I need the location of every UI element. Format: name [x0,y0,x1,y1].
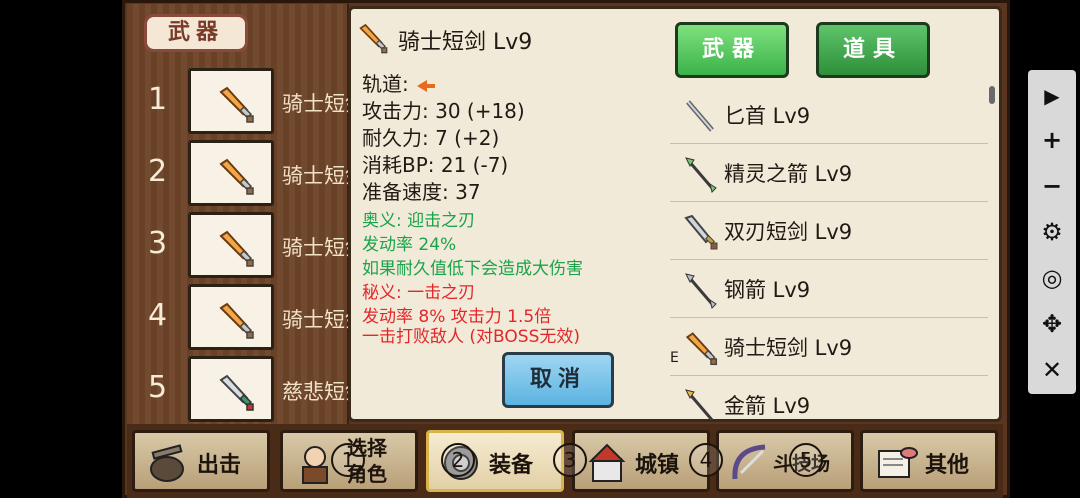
list-item[interactable]: 双刃短剑 Lv9 [670,202,988,260]
speed-stat: 准备速度: 37 [362,180,481,204]
play-icon[interactable]: ▶ [1028,78,1076,114]
nav-label: 城镇 [635,453,680,478]
list-item-name: 匕首 Lv9 [724,104,811,128]
item-list[interactable]: 匕首 Lv9 精灵之箭 Lv9 双刃短剑 Lv9 钢箭 Lv9 E 骑士短剑 L… [670,86,988,420]
knight-sword-icon [219,86,254,123]
nav-number-badge: 4 [689,443,723,477]
slot-item-name: 骑士短剑 [282,308,348,332]
castle-icon [588,443,626,482]
slot-item-name: 骑士短剑 [282,236,348,260]
tab-items[interactable]: 道具 [816,22,930,78]
knight-sword-icon [219,302,254,339]
slot-item-box[interactable] [188,140,274,206]
double-blade-icon [684,214,718,250]
list-item-name: 双刃短剑 Lv9 [724,220,853,244]
track-arrow-icon [416,79,435,92]
slot-number: 2 [148,154,168,189]
nav-sortie-button[interactable]: 出击 [132,430,270,492]
slot-number: 3 [148,226,168,261]
list-scrollbar[interactable] [989,86,995,104]
slot-item-box[interactable] [188,68,274,134]
list-item-name: 精灵之箭 Lv9 [724,162,853,186]
nav-arena-button[interactable]: 4 斗技场 [689,430,854,492]
slot-item-name: 慈悲短剑 [282,380,348,404]
scroll-icon [878,447,918,478]
list-item[interactable]: E 骑士短剑 Lv9 [670,318,988,376]
nav-number-badge: 3 [553,443,587,477]
sword-arc-icon [732,444,766,480]
nav-label-line1: 选择 [347,436,387,460]
move-icon[interactable]: ✥ [1028,306,1076,342]
slot-item-name: 骑士短剑 [282,92,348,116]
dagger-icon [686,100,714,132]
mercy-dagger-icon [219,374,254,411]
skill1-title: 奥义: 迎击之刃 [362,211,476,231]
knight-sword-icon [685,332,718,366]
equip-slot-1[interactable]: 1 骑士短剑 [146,68,356,134]
bp-cost-stat: 消耗BP: 21 (-7) [362,153,509,177]
skill1-rate: 发动率 24% [362,235,457,255]
nav-label: 选择 角色 [347,435,387,487]
list-item[interactable]: 匕首 Lv9 [670,86,988,144]
skill2-desc: 一击打败敌人 (对BOSS无效) [362,327,580,347]
slot-item-name: 骑士短剑 [282,164,348,188]
list-item-name: 钢箭 Lv9 [724,278,811,302]
nav-label: 出击 [197,453,242,478]
track-label: 轨道: [362,72,409,96]
skill2-title: 秘义: 一击之刃 [362,283,476,303]
durability-stat: 耐久力: 7 (+2) [362,126,500,150]
equip-slot-2[interactable]: 2 骑士短剑 [146,140,356,206]
attack-stat: 攻击力: 30 (+18) [362,99,525,123]
nav-other-button[interactable]: 5 其他 [789,430,998,492]
nav-label-line2: 角色 [347,462,387,486]
list-item[interactable]: 金箭 Lv9 [670,376,988,420]
elf-arrow-icon [685,157,717,193]
minus-icon[interactable]: − [1028,168,1076,204]
equip-slot-4[interactable]: 4 骑士短剑 [146,284,356,350]
plus-icon[interactable]: + [1028,122,1076,158]
equipped-mark: E [670,350,679,366]
track-row: 轨道: [362,68,435,97]
gold-arrow-icon [685,389,714,420]
list-item-name: 骑士短剑 Lv9 [724,336,853,360]
equip-slot-3[interactable]: 3 骑士短剑 [146,212,356,278]
slot-item-box[interactable] [188,284,274,350]
knight-sword-icon [219,158,254,195]
slot-item-box[interactable] [188,356,274,422]
cancel-button[interactable]: 取消 [502,352,614,408]
nav-equip-button[interactable]: 2 装备 [426,430,564,492]
nav-label: 其他 [925,453,970,478]
category-tag: 武器 [144,14,248,52]
slot-number: 5 [148,370,168,405]
nav-number-badge: 2 [441,443,475,477]
gear-icon[interactable]: ⚙ [1028,214,1076,250]
nav-select-character-button[interactable]: 1 选择 角色 [280,430,418,492]
knight-sword-icon [359,23,388,54]
tab-weapons[interactable]: 武器 [675,22,789,78]
close-icon[interactable]: ✕ [1028,352,1076,388]
pot-icon [150,444,184,482]
slot-item-box[interactable] [188,212,274,278]
list-item[interactable]: 精灵之箭 Lv9 [670,144,988,202]
hide-icon[interactable]: ◎ [1028,260,1076,296]
slot-number: 4 [148,298,168,333]
list-item[interactable]: 钢箭 Lv9 [670,260,988,318]
knight-sword-icon [219,230,254,267]
item-title: 骑士短剑 Lv9 [398,30,533,55]
nav-number-badge: 5 [789,443,823,477]
slot-number: 1 [148,82,168,117]
steel-arrow-icon [685,273,717,309]
equip-slot-5[interactable]: 5 慈悲短剑 [146,356,356,422]
list-item-name: 金箭 Lv9 [724,394,811,418]
nav-label: 装备 [489,453,534,478]
overlay-toolbar: ▶ + − ⚙ ◎ ✥ ✕ [1028,70,1076,394]
skill1-desc: 如果耐久值低下会造成大伤害 [362,259,583,279]
